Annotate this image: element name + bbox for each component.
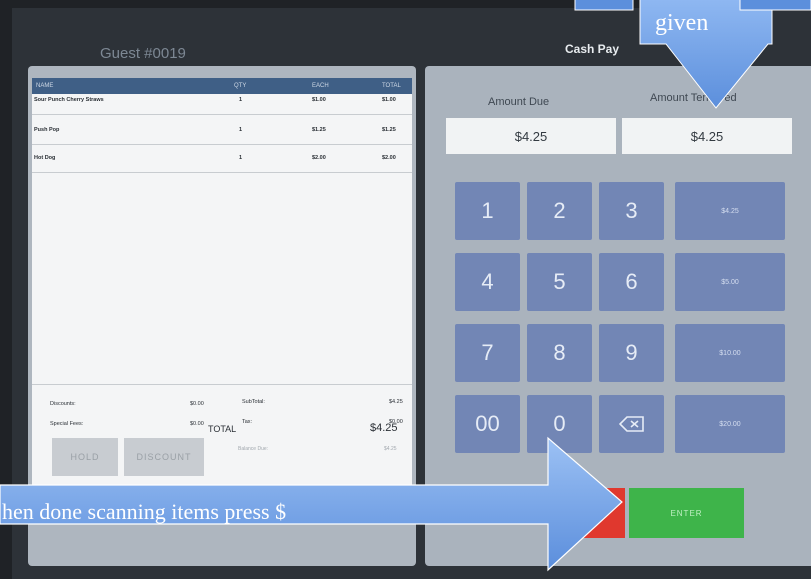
callout-top-text: given (655, 10, 709, 36)
key-8[interactable]: 8 (527, 324, 592, 382)
screen-title: Cash Pay (565, 42, 620, 56)
key-1[interactable]: 1 (455, 182, 520, 240)
col-total: TOTAL (382, 83, 401, 89)
enter-button[interactable]: ENTER (629, 488, 744, 538)
key-7[interactable]: 7 (455, 324, 520, 382)
item-total: $1.25 (382, 127, 396, 133)
col-name: NAME (36, 83, 54, 89)
col-each: EACH (312, 83, 329, 89)
amount-due-field: $4.25 (446, 118, 616, 154)
subtotal-value: $4.25 (389, 399, 403, 405)
item-qty: 1 (239, 127, 243, 133)
guest-label: Guest #0019 (100, 45, 186, 62)
table-row[interactable]: Sour Punch Cherry Straws 1 $1.00 $1.00 (32, 94, 412, 115)
key-3[interactable]: 3 (599, 182, 664, 240)
key-6[interactable]: 6 (599, 253, 664, 311)
col-qty: QTY (234, 83, 247, 89)
discounts-label: Discounts: (50, 401, 76, 407)
item-each: $2.00 (312, 155, 326, 161)
subtotal-label: SubTotal: (242, 399, 265, 405)
item-name: Sour Punch Cherry Straws (34, 97, 104, 103)
special-fees-value: $0.00 (190, 421, 204, 427)
pos-device: Guest #0019 Cash Pay NAME QTY EACH TOTAL… (0, 0, 811, 579)
table-row[interactable]: Push Pop 1 $1.25 $1.25 (32, 124, 412, 145)
quick-amount-3[interactable]: $10.00 (675, 324, 785, 382)
receipt-header: NAME QTY EACH TOTAL (32, 78, 412, 94)
item-each: $1.00 (312, 97, 326, 103)
special-fees-label: Special Fees: (50, 421, 84, 427)
item-name: Push Pop (34, 127, 60, 133)
item-qty: 1 (239, 97, 243, 103)
amount-tendered-label: Amount Tendered (650, 92, 737, 104)
quick-amount-2[interactable]: $5.00 (675, 253, 785, 311)
discounts-value: $0.00 (190, 401, 204, 407)
item-each: $1.25 (312, 127, 326, 133)
amount-tendered-field[interactable]: $4.25 (622, 118, 792, 154)
table-row[interactable]: Hot Dog 1 $2.00 $2.00 (32, 152, 412, 173)
amount-due-label: Amount Due (488, 96, 550, 108)
quick-amount-1[interactable]: $4.25 (675, 182, 785, 240)
key-2[interactable]: 2 (527, 182, 592, 240)
key-9[interactable]: 9 (599, 324, 664, 382)
item-qty: 1 (239, 155, 243, 161)
item-name: Hot Dog (34, 155, 56, 161)
tax-label: Tax: (242, 419, 253, 425)
quick-amount-4[interactable]: $20.00 (675, 395, 785, 453)
key-4[interactable]: 4 (455, 253, 520, 311)
item-total: $2.00 (382, 155, 396, 161)
key-5[interactable]: 5 (527, 253, 592, 311)
callout-bottom-text: hen done scanning items press $ (2, 499, 287, 524)
divider (32, 384, 412, 385)
item-total: $1.00 (382, 97, 396, 103)
